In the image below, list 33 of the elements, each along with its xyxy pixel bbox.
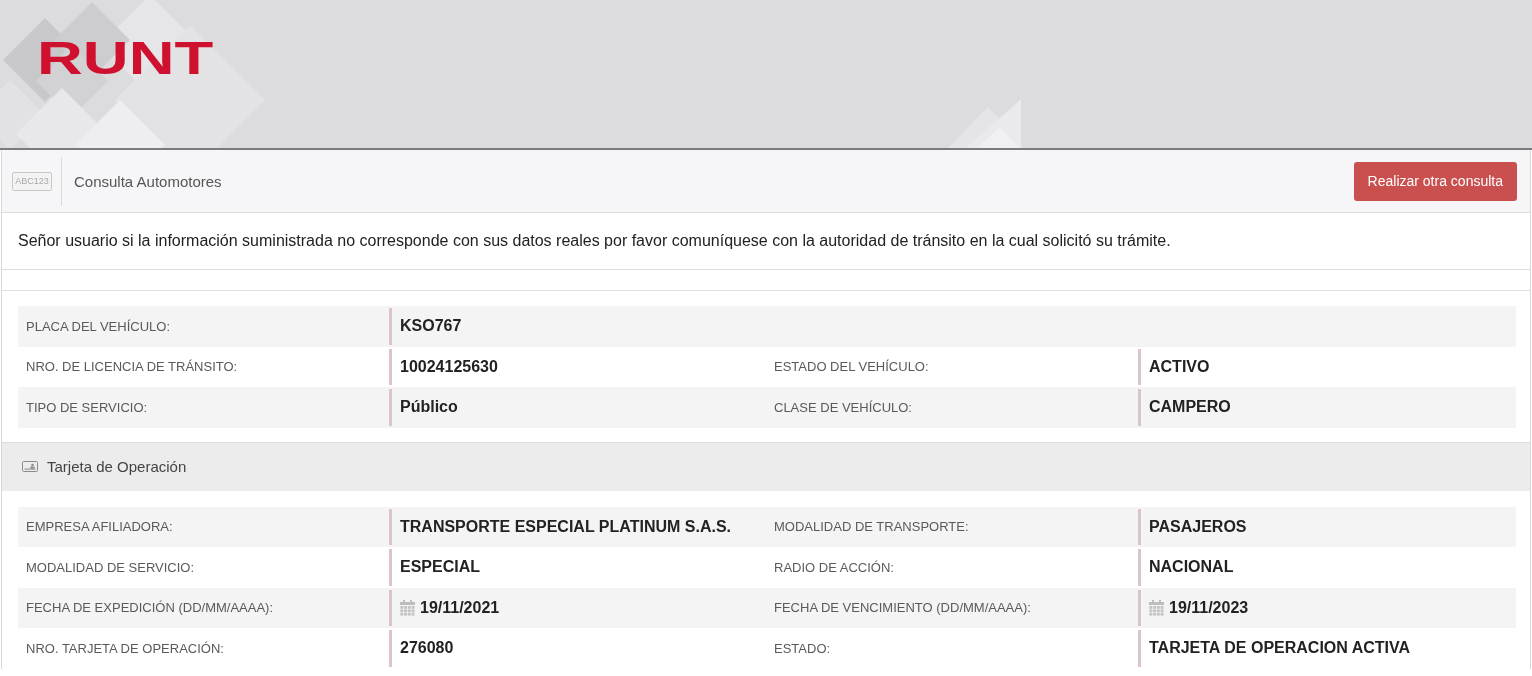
- field-label: NRO. DE LICENCIA DE TRÁNSITO:: [25, 359, 239, 375]
- field-value: NACIONAL: [1138, 549, 1516, 586]
- field-label: CLASE DE VEHÍCULO:: [773, 399, 913, 415]
- field-label: TIPO DE SERVICIO:: [25, 399, 149, 415]
- calendar-icon: [400, 599, 415, 616]
- field-value: TRANSPORTE ESPECIAL PLATINUM S.A.S.: [389, 508, 766, 545]
- field-value: 276080: [389, 630, 766, 667]
- field-label: PLACA DEL VEHÍCULO:: [25, 318, 171, 334]
- field-label: NRO. TARJETA DE OPERACIÓN:: [25, 640, 225, 656]
- runt-logo: RUNT: [37, 34, 214, 81]
- field-label: RADIO DE ACCIÓN:: [773, 559, 895, 575]
- field-label: FECHA DE EXPEDICIÓN (DD/MM/AAAA):: [25, 600, 275, 616]
- field-value: KSO767: [389, 308, 1516, 345]
- section-title: Tarjeta de Operación: [47, 458, 187, 475]
- field-value: Público: [389, 389, 766, 426]
- field-label: ESTADO DEL VEHÍCULO:: [773, 359, 930, 375]
- new-query-button[interactable]: Realizar otra consulta: [1353, 161, 1517, 201]
- field-label: MODALIDAD DE TRANSPORTE:: [773, 519, 970, 535]
- field-value: TARJETA DE OPERACION ACTIVA: [1138, 630, 1516, 667]
- plate-tag: ABC123: [12, 171, 52, 191]
- field-label: MODALIDAD DE SERVICIO:: [25, 559, 196, 575]
- field-value: ESPECIAL: [389, 549, 766, 586]
- page-title: Consulta Automotores: [74, 172, 222, 190]
- id-card-icon: [22, 461, 38, 472]
- calendar-icon: [1149, 599, 1164, 616]
- field-label: ESTADO:: [773, 640, 832, 656]
- field-value: CAMPERO: [1138, 389, 1516, 426]
- date-text: 19/11/2023: [1169, 598, 1249, 617]
- notice-message: Señor usuario si la información suministrada no corresponde con sus datos reales por favor comuníquese con la autoridad de tránsito en la cual solicitó su trámite.: [18, 232, 1172, 250]
- field-value: PASAJEROS: [1138, 508, 1516, 545]
- date-text: 19/11/2021: [420, 598, 500, 617]
- field-label: FECHA DE VENCIMIENTO (DD/MM/AAAA):: [773, 600, 1032, 616]
- field-label: EMPRESA AFILIADORA:: [25, 519, 174, 535]
